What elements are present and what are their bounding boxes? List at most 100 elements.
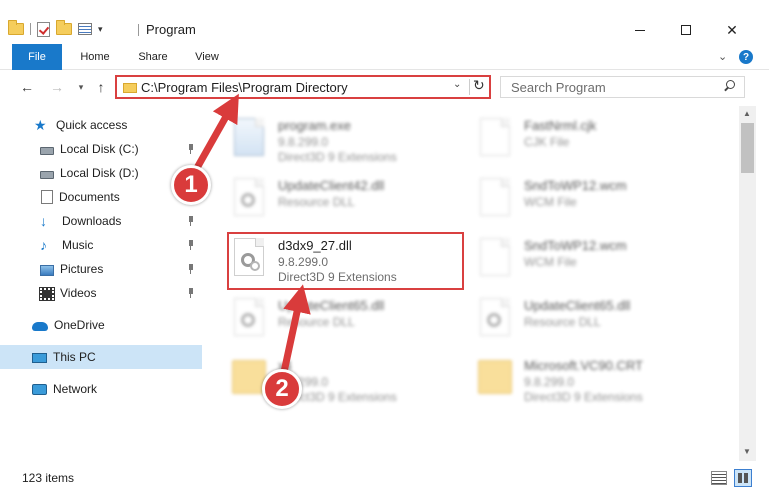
file-type: WCM File <box>524 255 577 269</box>
file-type: WCM File <box>524 195 577 209</box>
ribbon-tabs: File Home Share View ⌄ ? <box>0 44 769 70</box>
file-icon <box>480 178 510 216</box>
file-item[interactable]: SndToWP12.wcm WCM File <box>476 232 716 290</box>
scroll-down-icon[interactable]: ▼ <box>743 447 751 456</box>
file-name: UpdateClient65.dll <box>524 298 631 313</box>
file-name: UpdateClient42.dll <box>278 178 385 193</box>
file-name: SndToWP12.wcm <box>524 178 627 193</box>
scrollbar-thumb[interactable] <box>741 123 754 173</box>
recent-locations-button[interactable]: ▾ <box>72 78 90 96</box>
file-item[interactable]: UpdateClient65.dll Resource DLL <box>476 292 716 350</box>
tab-home[interactable]: Home <box>70 44 120 70</box>
file-icon <box>480 238 510 276</box>
file-item[interactable]: SndToWP12.wcm WCM File <box>476 172 716 230</box>
sidebar-item-local-disk-c[interactable]: Local Disk (C:) <box>0 138 202 160</box>
folder-icon <box>232 360 266 394</box>
title-separator <box>138 24 139 36</box>
close-icon: ✕ <box>726 21 738 38</box>
sidebar-item-quick-access[interactable]: ★ Quick access <box>0 114 202 136</box>
pin-icon[interactable] <box>187 216 195 226</box>
drive-icon <box>40 147 54 155</box>
file-icon <box>480 118 510 156</box>
network-icon <box>32 384 47 395</box>
sidebar-item-label: Music <box>62 238 94 252</box>
gear-icon <box>241 193 255 207</box>
sidebar-item-label: Local Disk (D:) <box>60 166 139 180</box>
file-name: UpdateClient65.dll <box>278 298 385 313</box>
sidebar-item-label: Local Disk (C:) <box>60 142 139 156</box>
customize-dropdown-icon[interactable]: ▾ <box>98 24 103 35</box>
window-title: Program <box>146 22 196 37</box>
file-version: 9.8.299.0 <box>278 135 329 149</box>
file-type: CJK File <box>524 135 570 149</box>
item-count: 123 items <box>22 471 75 485</box>
minimize-icon <box>635 29 645 31</box>
file-item[interactable]: UpdateClient65.dll Resource DLL <box>230 292 470 350</box>
title-bar: ▾ Program ✕ <box>0 0 769 44</box>
back-button[interactable]: ← <box>18 78 36 96</box>
search-icon[interactable] <box>723 80 735 92</box>
sidebar-item-pictures[interactable]: Pictures <box>0 258 202 280</box>
sidebar-item-downloads[interactable]: ↓ Downloads <box>0 210 202 232</box>
dll-file-icon <box>234 178 264 216</box>
step-badge-2: 2 <box>262 369 302 409</box>
vertical-scrollbar[interactable]: ▲ ▼ <box>739 106 756 461</box>
sidebar-item-music[interactable]: ♪ Music <box>0 234 202 256</box>
pictures-icon <box>40 264 54 276</box>
help-icon[interactable]: ? <box>739 50 753 64</box>
search-input[interactable]: Search Program <box>500 76 745 98</box>
pin-icon[interactable] <box>187 240 195 250</box>
close-button[interactable]: ✕ <box>709 16 755 44</box>
minimize-button[interactable] <box>617 16 663 44</box>
pin-icon[interactable] <box>187 288 195 298</box>
file-item[interactable]: FastNrml.cjk CJK File <box>476 112 716 170</box>
address-separator <box>469 79 470 95</box>
sidebar-item-label: Videos <box>60 286 97 300</box>
details-view-icon[interactable] <box>711 471 727 485</box>
search-placeholder: Search Program <box>511 80 606 95</box>
file-name: SndToWP12.wcm <box>524 238 627 253</box>
tiles-view-icon[interactable] <box>734 469 752 487</box>
tab-view[interactable]: View <box>184 44 230 70</box>
sidebar-item-label: Quick access <box>56 118 128 132</box>
properties-icon[interactable] <box>78 23 92 35</box>
documents-icon <box>41 190 53 204</box>
refresh-icon[interactable]: ↻ <box>473 77 485 94</box>
this-pc-icon <box>32 352 47 363</box>
file-name: FastNrml.cjk <box>524 118 597 133</box>
downloads-icon: ↓ <box>40 213 47 229</box>
forward-button[interactable]: → <box>48 78 66 96</box>
star-icon: ★ <box>34 117 47 133</box>
expand-ribbon-icon[interactable]: ⌄ <box>718 50 727 63</box>
dll-file-icon <box>234 298 264 336</box>
sidebar-item-label: Downloads <box>62 214 122 228</box>
file-item[interactable]: UpdateClient42.dll Resource DLL <box>230 172 470 230</box>
address-bar[interactable]: C:\Program Files\Program Directory ⌄ ↻ <box>115 75 491 99</box>
sidebar-item-this-pc[interactable]: This PC <box>0 345 202 369</box>
file-item[interactable]: Microsoft.VC90.CRT 9.8.299.0 Direct3D 9 … <box>476 352 716 410</box>
folder-icon[interactable] <box>8 20 24 35</box>
sidebar-item-network[interactable]: Network <box>0 378 202 400</box>
sidebar-item-videos[interactable]: Videos <box>0 282 202 304</box>
folder-icon <box>123 83 137 93</box>
new-folder-icon[interactable] <box>56 20 72 35</box>
file-type: Resource DLL <box>524 315 601 329</box>
tab-file[interactable]: File <box>12 44 62 70</box>
address-path[interactable]: C:\Program Files\Program Directory <box>141 80 348 95</box>
file-item[interactable]: program.exe 9.8.299.0 Direct3D 9 Extensi… <box>230 112 470 170</box>
pin-icon[interactable] <box>187 264 195 274</box>
quick-access-toolbar: ▾ <box>8 20 103 38</box>
up-button[interactable]: ↑ <box>92 78 110 96</box>
pin-icon[interactable] <box>187 144 195 154</box>
address-dropdown-icon[interactable]: ⌄ <box>453 79 461 90</box>
sidebar-item-label: OneDrive <box>54 318 105 332</box>
navigation-pane: ★ Quick access Local Disk (C:) Local Dis… <box>0 106 202 461</box>
maximize-button[interactable] <box>663 16 709 44</box>
scroll-up-icon[interactable]: ▲ <box>743 109 751 118</box>
step-badge-1: 1 <box>171 165 211 205</box>
sidebar-item-onedrive[interactable]: OneDrive <box>0 314 202 336</box>
tab-share[interactable]: Share <box>128 44 178 70</box>
exe-file-icon <box>234 118 264 156</box>
sidebar-item-label: Network <box>53 382 98 396</box>
properties-check-icon[interactable] <box>37 21 50 37</box>
